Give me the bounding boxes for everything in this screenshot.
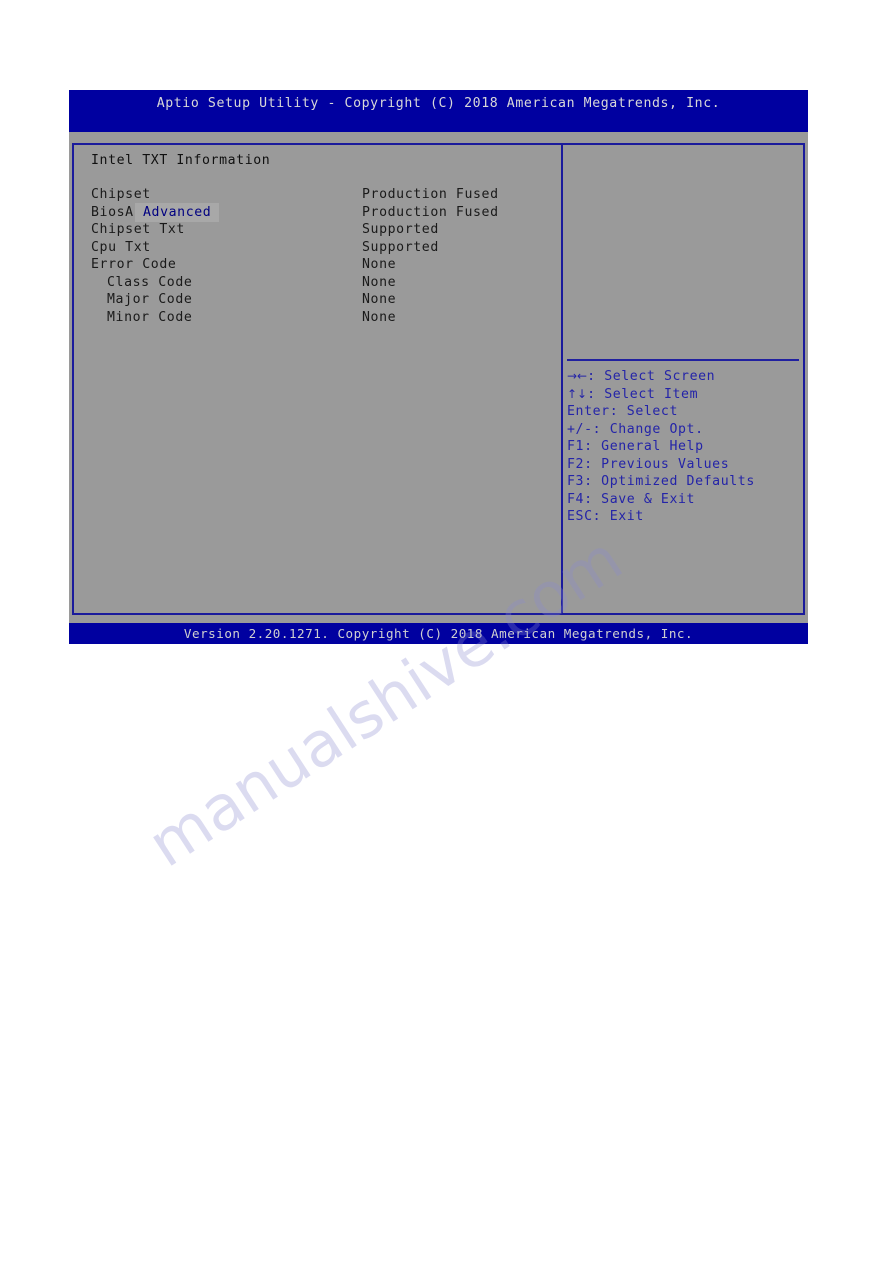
utility-title: Aptio Setup Utility - Copyright (C) 2018… [156,96,721,111]
help-key-row: +/-: Change Opt. [567,422,803,440]
info-row: Minor Code None [74,310,561,328]
help-description [567,147,799,357]
info-row-label: Minor Code [107,309,193,325]
info-row-value: None [362,309,397,325]
help-key-label: F2: Previous Values [567,456,730,472]
info-row: Class Code None [74,275,561,293]
bios-setup-window: Aptio Setup Utility - Copyright (C) 2018… [69,90,808,644]
help-key-label: F4: Save & Exit [567,491,696,507]
info-row-value: Supported [362,222,439,237]
help-key-label: F3: Optimized Defaults [567,474,755,489]
help-key-label: : Select Item [587,386,699,402]
info-row-value: None [362,274,397,290]
help-key-row: ESC: Exit [567,509,803,527]
help-key-label: ESC: Exit [567,509,644,524]
arrow-keys-icon: →← [567,369,588,383]
help-key-label: F1: General Help [567,439,704,454]
title-bar: Aptio Setup Utility - Copyright (C) 2018… [69,90,808,132]
help-key-row: ↑↓: Select Item [567,387,803,405]
info-row-value: Production Fused [362,204,499,220]
info-row-value: Production Fused [362,187,499,202]
info-row-value: None [362,292,397,307]
help-key-row: →←: Select Screen [567,369,803,387]
help-key-row: Enter: Select [567,404,803,422]
info-row-label: Chipset Txt [91,222,185,237]
info-row-label: Error Code [91,257,177,272]
info-row-value: None [362,257,397,272]
info-row: Major Code None [74,292,561,310]
help-key-row: F4: Save & Exit [567,492,803,510]
help-panel: →←: Select Screen ↑↓: Select Item Enter: S… [561,143,805,615]
info-row: Chipset Production Fused [74,187,561,205]
help-key-label: : Select Screen [587,369,716,384]
tab-advanced[interactable]: Advanced [135,203,220,222]
footer-bar: Version 2.20.1271. Copyright (C) 2018 Am… [69,623,808,644]
watermark: manualshive.com [105,522,665,935]
info-row: Cpu Txt Supported [74,240,561,258]
info-row-label: Cpu Txt [91,239,151,255]
help-key-label: +/-: Change Opt. [567,421,704,437]
help-key-row: F3: Optimized Defaults [567,474,803,492]
info-row-value: Supported [362,239,439,255]
info-row-label: Major Code [107,292,193,307]
version-text: Version 2.20.1271. Copyright (C) 2018 Am… [183,626,694,641]
info-row: Error Code None [74,257,561,275]
info-row-label: Class Code [107,274,193,290]
help-key-list: →←: Select Screen ↑↓: Select Item Enter: S… [567,369,803,527]
arrow-keys-icon: ↑↓ [567,386,588,401]
help-key-label: Enter: Select [567,404,679,419]
help-key-row: F1: General Help [567,439,803,457]
info-row-label: Chipset [91,187,151,202]
section-heading: Intel TXT Information [91,153,271,168]
help-divider [567,359,799,361]
info-row: Chipset Txt Supported [74,222,561,240]
help-key-row: F2: Previous Values [567,457,803,475]
